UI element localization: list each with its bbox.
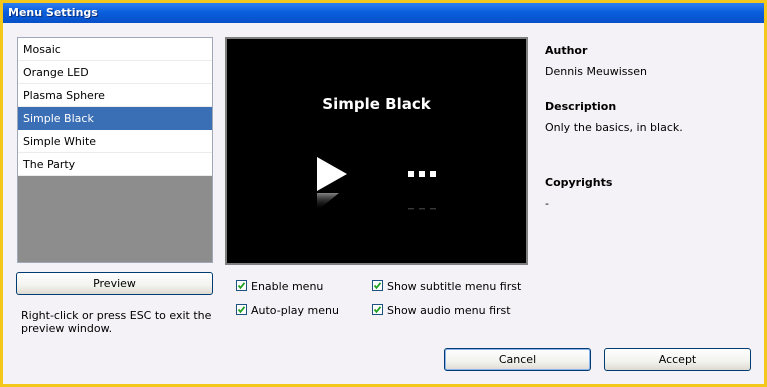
list-item[interactable]: Orange LED xyxy=(18,61,212,84)
author-heading: Author xyxy=(545,44,588,57)
preview-hint: Right-click or press ESC to exit the pre… xyxy=(21,309,212,335)
menu-settings-window: Menu Settings Mosaic Orange LED Plasma S… xyxy=(0,0,767,387)
checkbox-label: Enable menu xyxy=(251,280,324,293)
list-item[interactable]: Plasma Sphere xyxy=(18,84,212,107)
menu-preview-pane: Simple Black xyxy=(225,37,528,265)
accept-button[interactable]: Accept xyxy=(604,348,751,371)
play-icon xyxy=(317,157,347,211)
list-item[interactable]: Mosaic xyxy=(18,38,212,61)
checkbox-label: Show audio menu first xyxy=(387,304,511,317)
copyrights-heading: Copyrights xyxy=(545,176,613,189)
checkbox-label: Auto-play menu xyxy=(251,304,339,317)
description-heading: Description xyxy=(545,100,617,113)
copyrights-value: - xyxy=(545,197,549,210)
window-title: Menu Settings xyxy=(8,6,98,19)
author-value: Dennis Meuwissen xyxy=(545,65,647,78)
list-item-selected[interactable]: Simple Black xyxy=(18,107,212,130)
list-item[interactable]: Simple White xyxy=(18,130,212,153)
menu-theme-list[interactable]: Mosaic Orange LED Plasma Sphere Simple B… xyxy=(17,37,213,263)
checkbox-label: Show subtitle menu first xyxy=(387,280,522,293)
description-value: Only the basics, in black. xyxy=(545,121,683,134)
checkbox-box[interactable] xyxy=(236,304,247,315)
list-item[interactable]: The Party xyxy=(18,153,212,176)
more-icon xyxy=(408,171,436,211)
checkbox-box[interactable] xyxy=(372,280,383,291)
preview-button[interactable]: Preview xyxy=(16,272,213,295)
checkbox-box[interactable] xyxy=(372,304,383,315)
title-bar[interactable]: Menu Settings xyxy=(3,3,764,23)
preview-graphics xyxy=(317,157,436,211)
cancel-button[interactable]: Cancel xyxy=(444,348,591,371)
checkbox-box[interactable] xyxy=(236,280,247,291)
